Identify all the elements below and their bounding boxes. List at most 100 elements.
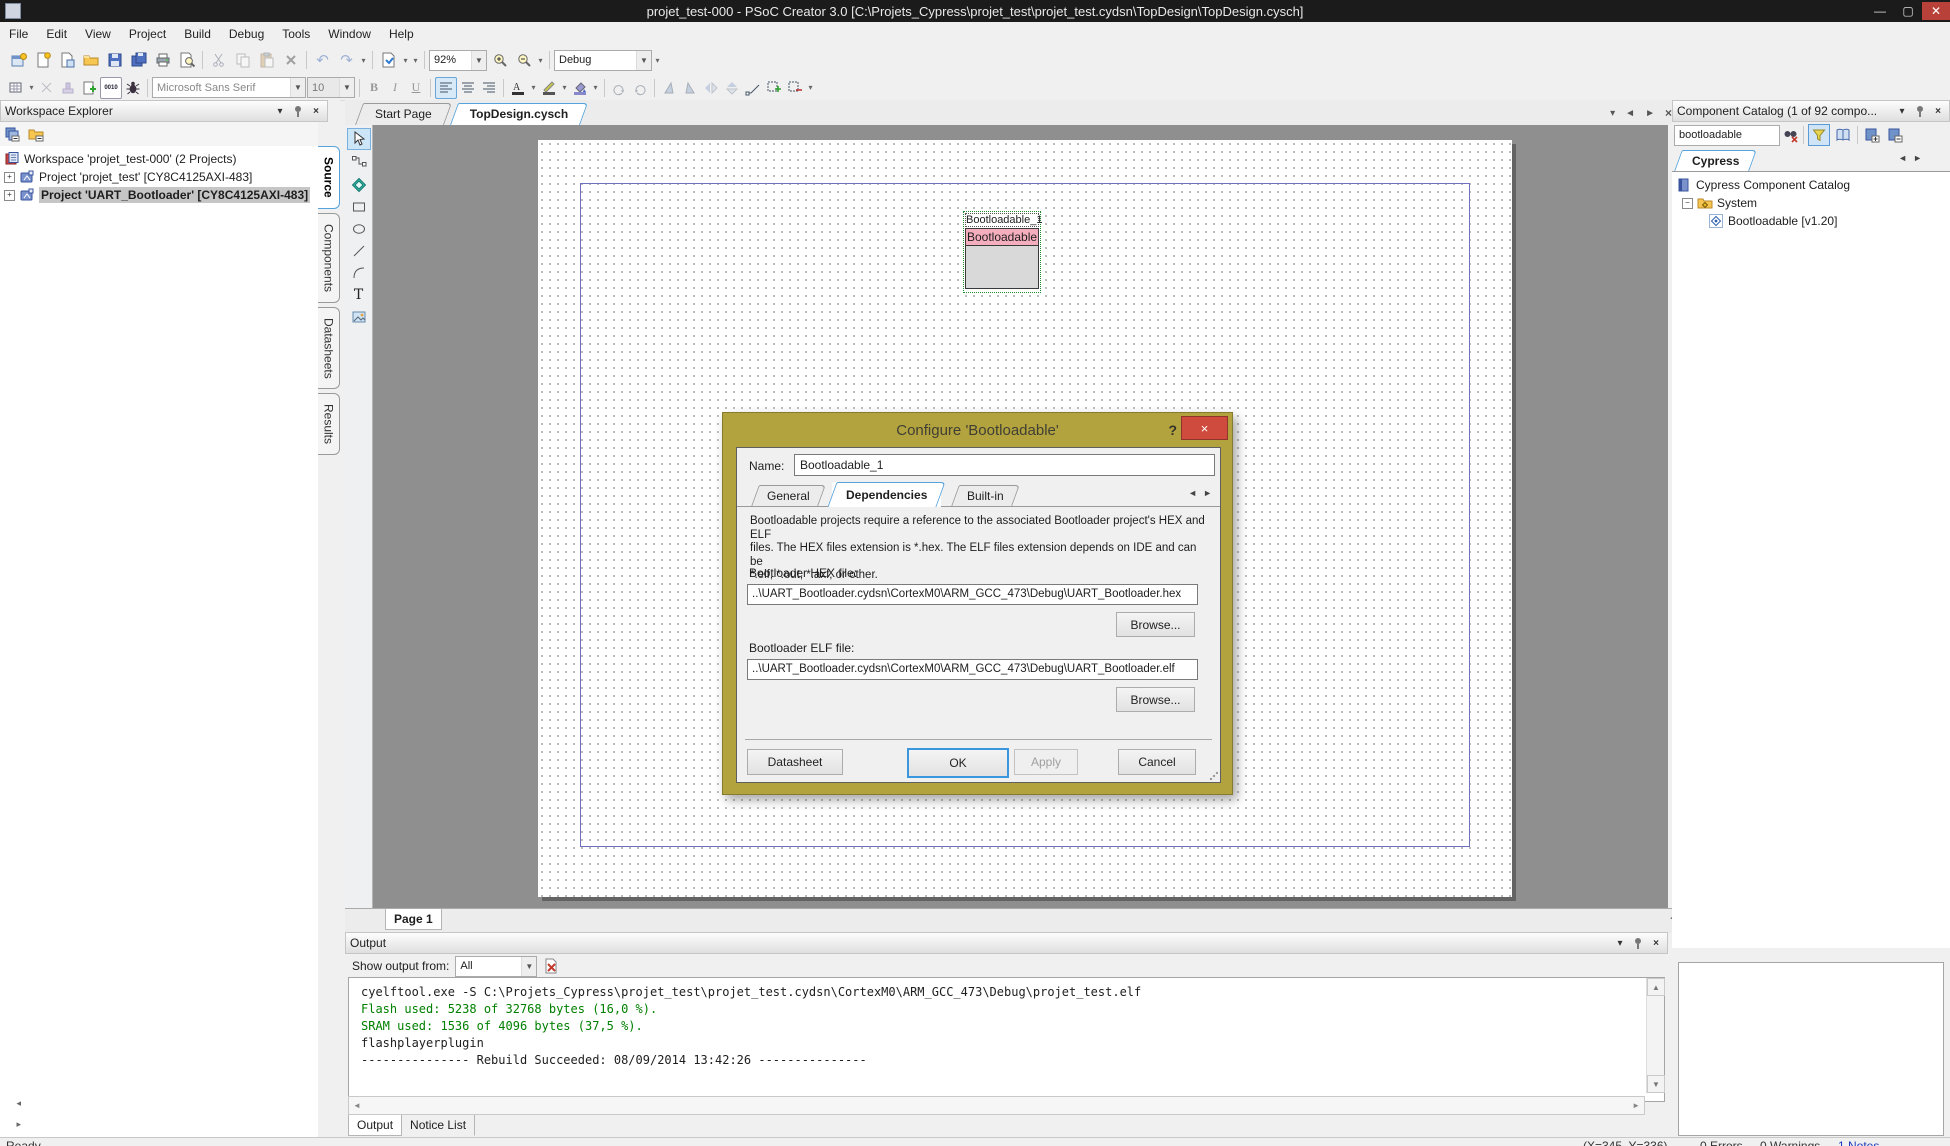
menu-project[interactable]: Project [120, 22, 175, 45]
catalog-row-bootloadable[interactable]: Bootloadable [v1.20] [1672, 212, 1950, 230]
cut-icon[interactable] [207, 49, 230, 71]
tab-start-page[interactable]: Start Page [359, 103, 448, 125]
font-combo-arrow-icon[interactable]: ▼ [290, 78, 305, 97]
bug-icon[interactable] [123, 78, 143, 98]
bold-icon[interactable]: B [364, 78, 384, 98]
ellipse-tool-icon[interactable] [348, 219, 369, 238]
print-preview-icon[interactable] [175, 49, 198, 71]
fill-color-icon[interactable] [570, 78, 590, 98]
italic-icon[interactable]: I [385, 78, 405, 98]
font-name-combo[interactable]: Microsoft Sans Serif▼ [152, 77, 306, 98]
name-input[interactable]: Bootloadable_1 [794, 454, 1215, 476]
menu-view[interactable]: View [76, 22, 120, 45]
bootloadable-component-selection[interactable]: Bootloadable_1 Bootloadable [963, 211, 1041, 293]
font-color-arrow-icon[interactable]: ▾ [529, 83, 538, 92]
tree-row-project1[interactable]: + Project 'projet_test' [CY8C4125AXI-483… [0, 168, 318, 186]
rotate-left-icon[interactable] [609, 78, 629, 98]
clear-output-icon[interactable] [543, 958, 559, 974]
minimize-button[interactable]: — [1866, 2, 1894, 20]
font-size-combo[interactable]: 10▼ [307, 77, 355, 98]
status-notes[interactable]: 1 Notes [1838, 1139, 1879, 1146]
debug-config-combo[interactable]: Debug▼ [554, 50, 652, 71]
hex-file-input[interactable]: ..\UART_Bootloader.cydsn\CortexM0\ARM_GC… [747, 584, 1198, 605]
new-file-icon[interactable] [31, 49, 54, 71]
datasheet-book-icon[interactable] [1833, 127, 1853, 143]
snap-grid-minus-icon[interactable] [785, 78, 805, 98]
delete-icon[interactable] [279, 49, 302, 71]
toolbar-overflow-icon[interactable]: ▾ [359, 56, 368, 65]
paste-plus-icon[interactable] [79, 78, 99, 98]
toolbar-overflow-icon[interactable]: ▾ [411, 56, 420, 65]
maximize-button[interactable]: ▢ [1894, 2, 1922, 20]
output-hscrollbar[interactable]: ◄ ► [348, 1096, 1645, 1115]
binary-display-icon[interactable]: 0010 [100, 77, 122, 99]
select-tool-icon[interactable] [347, 128, 371, 150]
zoom-out-icon[interactable] [512, 49, 535, 71]
dialog-tab-builtin[interactable]: Built-in [955, 485, 1016, 506]
toolbar-overflow-icon[interactable]: ▾ [653, 56, 662, 65]
print-icon[interactable] [151, 49, 174, 71]
splitter-left-arrow-icon[interactable]: ◂ [16, 1098, 21, 1109]
page1-tab[interactable]: Page 1 [385, 909, 442, 930]
tab-list-icon[interactable]: ▾ [1610, 108, 1615, 119]
panel-menu-icon[interactable]: ▾ [273, 104, 287, 118]
dialog-titlebar[interactable]: Configure 'Bootloadable' ? × [723, 413, 1232, 447]
collapse-workspace-icon[interactable] [4, 126, 20, 142]
menu-tools[interactable]: Tools [273, 22, 319, 45]
catalog-tab-cypress[interactable]: Cypress [1678, 150, 1753, 171]
toolbar-overflow-icon[interactable]: ▾ [806, 83, 815, 92]
align-center-icon[interactable] [458, 78, 478, 98]
paste-icon[interactable] [255, 49, 278, 71]
tab-close-icon[interactable]: × [1665, 106, 1672, 120]
image-tool-icon[interactable] [348, 307, 369, 326]
scroll-left-icon[interactable]: ◄ [349, 1101, 361, 1110]
tree-row-project2-selected[interactable]: + Project 'UART_Bootloader' [CY8C4125AXI… [0, 186, 318, 204]
datasheet-button[interactable]: Datasheet [747, 749, 843, 775]
dialog-help-icon[interactable]: ? [1168, 422, 1177, 438]
dialog-tab-scroll-right-icon[interactable]: ► [1203, 488, 1212, 498]
side-tab-results[interactable]: Results [318, 393, 340, 455]
output-filter-combo[interactable]: All▼ [455, 956, 537, 977]
output-log[interactable]: cyelftool.exe -S C:\Projets_Cypress\proj… [348, 977, 1665, 1102]
catalog-search-input[interactable]: bootloadable [1674, 125, 1780, 146]
side-tab-components[interactable]: Components [318, 213, 340, 303]
panel-menu-icon[interactable]: ▾ [1613, 936, 1627, 950]
menu-file[interactable]: File [0, 22, 37, 45]
bootloadable-component[interactable]: Bootloadable [965, 228, 1039, 289]
panel-close-icon[interactable]: × [1649, 936, 1663, 950]
output-filter-arrow-icon[interactable]: ▼ [521, 957, 536, 976]
panel-close-icon[interactable]: × [1931, 104, 1945, 118]
ok-button[interactable]: OK [907, 748, 1009, 778]
pin-icon[interactable] [291, 104, 305, 118]
shear-right-icon[interactable] [680, 78, 700, 98]
menu-help[interactable]: Help [380, 22, 423, 45]
collapse-folders-icon[interactable] [28, 126, 44, 142]
collapse-icon[interactable]: − [1682, 198, 1693, 209]
menu-debug[interactable]: Debug [220, 22, 273, 45]
stamp-icon[interactable] [58, 78, 78, 98]
scroll-up-icon[interactable]: ▲ [1647, 978, 1665, 996]
save-icon[interactable] [103, 49, 126, 71]
align-left-icon[interactable] [435, 77, 457, 99]
status-warnings[interactable]: 0 Warnings [1760, 1139, 1820, 1146]
browse-hex-button[interactable]: Browse... [1116, 612, 1195, 637]
diagonal-wire-icon[interactable] [743, 78, 763, 98]
menu-build[interactable]: Build [175, 22, 220, 45]
build-dropdown-arrow-icon[interactable]: ▾ [401, 56, 410, 65]
flip-horizontal-icon[interactable] [701, 78, 721, 98]
open-icon[interactable] [79, 49, 102, 71]
menu-window[interactable]: Window [319, 22, 380, 45]
zoom-in-icon[interactable] [488, 49, 511, 71]
redo-icon[interactable]: ↷ [335, 49, 358, 71]
catalog-row-root[interactable]: Cypress Component Catalog [1672, 176, 1950, 194]
font-color-icon[interactable]: A [508, 78, 528, 98]
debug-combo-arrow-icon[interactable]: ▼ [636, 51, 651, 70]
save-all-icon[interactable] [127, 49, 150, 71]
tree-row-workspace[interactable]: Workspace 'projet_test-000' (2 Projects) [0, 150, 318, 168]
filter-funnel-icon[interactable] [1808, 124, 1830, 146]
align-right-icon[interactable] [479, 78, 499, 98]
text-tool-icon[interactable]: T [348, 285, 369, 304]
rotate-right-icon[interactable] [630, 78, 650, 98]
expand-icon[interactable]: + [4, 172, 15, 183]
side-tab-datasheets[interactable]: Datasheets [318, 307, 340, 390]
